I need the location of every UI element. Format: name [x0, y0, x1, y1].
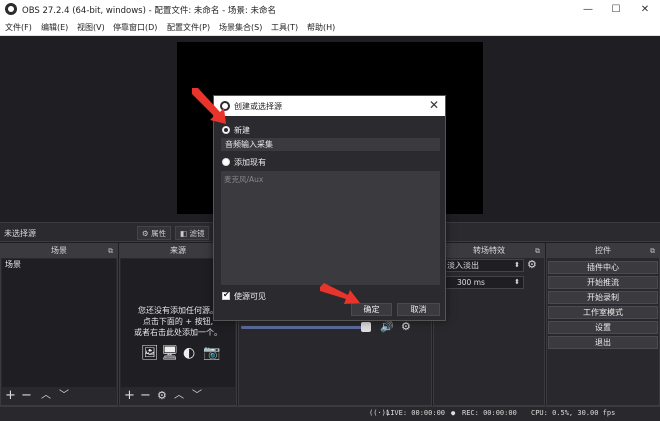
annotation-arrow-icon [192, 88, 226, 124]
undock-icon[interactable]: ⧉ [535, 244, 540, 258]
start-recording-button[interactable]: 开始录制 [548, 291, 658, 304]
start-streaming-button[interactable]: 开始推流 [548, 276, 658, 289]
dialog-title: 创建或选择源 [234, 102, 282, 111]
gear-icon[interactable]: ⚙ [157, 388, 167, 404]
menu-bar: 文件(F) 编辑(E) 视图(V) 停靠窗口(D) 配置文件(P) 场景集合(S… [0, 19, 660, 36]
close-window-button[interactable]: ✕ [630, 0, 660, 19]
no-source-selected-label: 未选择源 [4, 229, 36, 238]
status-bar: ((·)) LIVE: 00:00:00 ● REC: 00:00:00 CPU… [0, 406, 660, 421]
cancel-button[interactable]: 取消 [397, 303, 440, 316]
move-down-icon[interactable]: ﹀ [192, 388, 202, 404]
add-scene-icon[interactable]: + [5, 388, 16, 404]
scenes-header: 场景 ⧉ [1, 244, 117, 258]
existing-source-item[interactable]: 麦克风/Aux [224, 174, 263, 185]
live-timer: LIVE: 00:00:00 [386, 409, 446, 417]
window-title: OBS 27.2.4 (64-bit, windows) - 配置文件: 未命名… [22, 6, 276, 16]
close-icon[interactable]: ✕ [429, 98, 439, 112]
menu-profile[interactable]: 配置文件(P) [167, 22, 210, 33]
filters-label: 滤镜 [189, 229, 205, 238]
create-new-radio[interactable] [222, 126, 230, 134]
sources-header-label: 来源 [170, 246, 186, 255]
volume-slider[interactable] [241, 322, 371, 332]
new-source-name-input[interactable]: 音频输入采集 [221, 138, 440, 151]
move-up-icon[interactable]: ︿ [174, 388, 184, 404]
filter-icon: ◧ [180, 229, 188, 238]
maximize-button[interactable]: ☐ [601, 0, 631, 19]
duration-value: 300 ms [457, 278, 485, 287]
make-visible-checkbox[interactable] [222, 290, 230, 300]
obs-logo-icon [5, 3, 17, 15]
transition-select[interactable]: 淡入淡出 ⬍ [440, 259, 524, 272]
menu-help[interactable]: 帮助(H) [307, 22, 335, 33]
existing-sources-list[interactable]: 麦克风/Aux [221, 171, 440, 285]
transitions-header-label: 转场特效 [473, 246, 505, 255]
filters-button[interactable]: ◧ 滤镜 [175, 226, 210, 240]
menu-scene-collection[interactable]: 场景集合(S) [219, 22, 262, 33]
remove-scene-icon[interactable]: − [21, 388, 32, 404]
add-existing-label: 添加现有 [234, 158, 266, 167]
camera-icon: 📷 [203, 345, 221, 361]
add-source-icon[interactable]: + [124, 388, 135, 404]
menu-tools[interactable]: 工具(T) [271, 22, 298, 33]
globe-icon: ◐ [183, 345, 196, 361]
cpu-fps-readout: CPU: 0.5%, 30.00 fps [531, 409, 616, 417]
rec-status-icon: ● [451, 409, 456, 417]
speaker-icon[interactable]: 🔊 [380, 320, 394, 333]
undock-icon[interactable]: ⧉ [650, 244, 655, 258]
controls-header: 控件 ⧉ [547, 244, 659, 258]
exit-button[interactable]: 退出 [548, 336, 658, 349]
title-bar: OBS 27.2.4 (64-bit, windows) - 配置文件: 未命名… [0, 0, 660, 19]
source-type-icons: 🖼 🖥 ◐ 📷 [141, 345, 241, 365]
remove-source-icon[interactable]: − [140, 388, 151, 404]
scenes-list: 场景 [2, 259, 116, 387]
annotation-arrow-icon [320, 283, 360, 304]
properties-label: 属性 [151, 229, 167, 238]
move-down-icon[interactable]: ﹀ [59, 388, 69, 404]
sources-toolbar: + − ⚙ ︿ ﹀ [120, 387, 236, 405]
settings-button[interactable]: 设置 [548, 321, 658, 334]
scenes-header-label: 场景 [51, 246, 67, 255]
studio-mode-button[interactable]: 工作室模式 [548, 306, 658, 319]
gear-icon[interactable]: ⚙ [527, 258, 537, 271]
menu-docks[interactable]: 停靠窗口(D) [113, 22, 157, 33]
make-visible-label: 使源可见 [234, 292, 266, 301]
transitions-header: 转场特效 ⧉ [434, 244, 544, 258]
minimize-button[interactable]: — [573, 0, 603, 19]
menu-file[interactable]: 文件(F) [5, 22, 32, 33]
rec-timer: REC: 00:00:00 [462, 409, 517, 417]
plugin-center-button[interactable]: 插件中心 [548, 261, 658, 274]
scenes-dock: 场景 ⧉ 场景 + − ︿ ﹀ [0, 243, 118, 406]
image-icon: 🖼 [141, 345, 159, 361]
undock-icon[interactable]: ⧉ [108, 244, 113, 258]
create-new-label: 新建 [234, 126, 250, 135]
menu-view[interactable]: 视图(V) [77, 22, 105, 33]
gear-icon: ⚙ [142, 229, 149, 238]
dialog-title-bar: 创建或选择源 ✕ [214, 96, 445, 116]
transition-select-value: 淡入淡出 [447, 261, 479, 270]
transition-duration-input[interactable]: 300 ms ⬍ [440, 276, 524, 289]
add-existing-radio[interactable] [222, 158, 230, 166]
spinner-icon[interactable]: ⬍ [514, 277, 520, 288]
empty-line: 或者右击此处添加一个。 [134, 328, 222, 337]
menu-edit[interactable]: 编辑(E) [41, 22, 68, 33]
chevron-updown-icon: ⬍ [514, 261, 520, 269]
scenes-toolbar: + − ︿ ﹀ [1, 387, 117, 405]
controls-header-label: 控件 [595, 246, 611, 255]
properties-button[interactable]: ⚙ 属性 [137, 226, 172, 240]
volume-slider-handle[interactable] [361, 322, 371, 332]
display-icon: 🖥 [161, 345, 179, 361]
volume-slider-track [241, 326, 371, 329]
gear-icon[interactable]: ⚙ [401, 320, 411, 333]
scene-item[interactable]: 场景 [2, 259, 116, 271]
move-up-icon[interactable]: ︿ [41, 388, 51, 404]
